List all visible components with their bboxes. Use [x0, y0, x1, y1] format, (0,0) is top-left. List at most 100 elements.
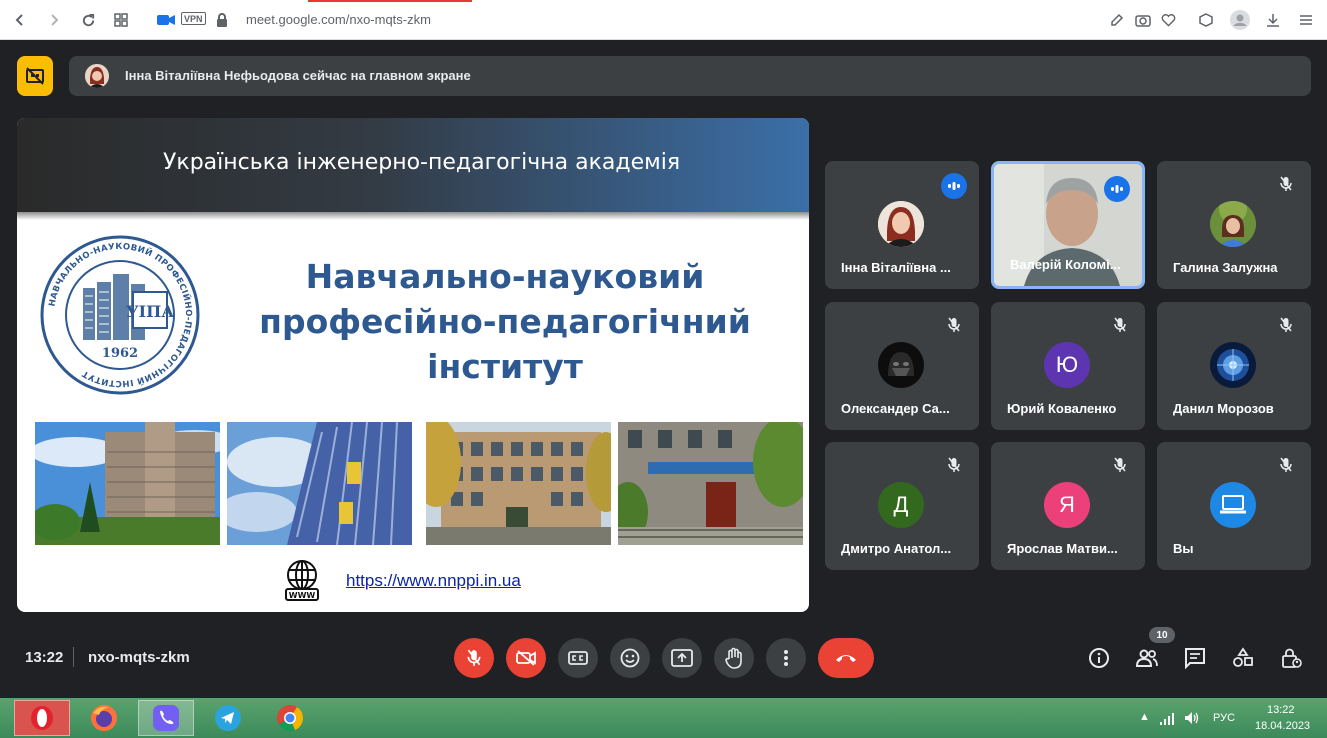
volume-icon[interactable] [1184, 711, 1200, 730]
vpn-badge[interactable]: VPN [181, 12, 206, 25]
participant-name: Юрий Коваленко [1007, 401, 1117, 416]
more-options-button[interactable] [766, 638, 806, 678]
back-arrow-icon [15, 14, 23, 26]
participant-tile[interactable]: Галина Залужна [1157, 161, 1311, 289]
firefox-taskbar-button[interactable] [76, 700, 132, 736]
logo-year: 1962 [102, 346, 138, 361]
avatar [878, 201, 924, 247]
camera-in-use-icon[interactable] [156, 10, 176, 30]
presenter-banner: Інна Віталіївна Нефьодова сейчас на глав… [69, 56, 1311, 96]
download-icon[interactable] [1263, 10, 1283, 30]
participant-name: Галина Залужна [1173, 260, 1278, 275]
speaking-indicator-icon [1104, 176, 1130, 202]
avatar [1210, 482, 1256, 528]
forward-arrow-icon [51, 14, 59, 26]
institute-website-link[interactable]: https://www.nnppi.in.ua [346, 571, 521, 591]
profile-icon[interactable] [1228, 10, 1252, 30]
participant-name: Ярослав Матви... [1007, 541, 1118, 556]
mic-off-icon [1275, 314, 1297, 336]
shared-screen[interactable]: Українська інженерно-педагогічна академі… [17, 118, 809, 612]
viber-taskbar-button[interactable] [138, 700, 194, 736]
activities-button[interactable] [1230, 645, 1256, 671]
network-icon[interactable] [1160, 712, 1176, 730]
closed-captions-icon [568, 651, 588, 665]
mic-off-icon [943, 454, 965, 476]
mic-off-icon [1109, 314, 1131, 336]
present-now-button[interactable] [662, 638, 702, 678]
participant-tile[interactable]: Д Дмитро Анатол... [825, 442, 979, 570]
shapes-icon [1233, 647, 1253, 667]
participant-tile[interactable]: Данил Морозов [1157, 302, 1311, 430]
slide-title-line3: інститут [427, 347, 583, 386]
slide-title-line2: професійно-педагогічний [259, 302, 751, 341]
people-icon [1135, 649, 1158, 667]
presenter-avatar [85, 64, 109, 88]
mic-off-icon [1275, 173, 1297, 195]
reload-icon [82, 13, 94, 26]
viber-icon [153, 705, 179, 731]
microphone-toggle-button[interactable] [454, 638, 494, 678]
divider [73, 647, 74, 667]
participant-tile-self[interactable]: Вы [1157, 442, 1311, 570]
opera-taskbar-button[interactable] [14, 700, 70, 736]
telegram-icon [215, 705, 241, 731]
reload-button[interactable] [78, 10, 98, 30]
language-indicator[interactable]: РУС [1213, 712, 1235, 724]
leave-call-button[interactable] [818, 638, 874, 678]
building-photo-1 [35, 422, 220, 545]
slide-header-title: Українська інженерно-педагогічна академі… [163, 150, 681, 175]
institute-logo: НАВЧАЛЬНО-НАУКОВИЙ ПРОФЕСІЙНО-ПЕДАГОГІЧН… [40, 235, 200, 395]
lock-icon[interactable] [212, 10, 232, 30]
host-controls-button[interactable] [1278, 645, 1304, 671]
slide-header: Українська інженерно-педагогічна академі… [17, 118, 809, 212]
participant-tile-active-speaker[interactable]: Валерій Коломі... [991, 161, 1145, 289]
mic-off-icon [943, 314, 965, 336]
avatar: Д [878, 482, 924, 528]
participant-tile[interactable]: Інна Віталіївна ... [825, 161, 979, 289]
edit-icon[interactable] [1107, 10, 1127, 30]
participant-tile[interactable]: Олександер Са... [825, 302, 979, 430]
raise-hand-button[interactable] [714, 638, 754, 678]
mic-off-icon [1109, 454, 1131, 476]
address-bar[interactable]: meet.google.com/nxo-mqts-zkm [246, 12, 431, 27]
menu-icon[interactable] [1296, 10, 1316, 30]
stop-presenting-icon [26, 67, 44, 85]
heart-icon[interactable] [1158, 10, 1178, 30]
meeting-details-button[interactable] [1086, 645, 1112, 671]
participant-name: Вы [1173, 541, 1194, 556]
presentation-pin-button[interactable] [17, 56, 53, 96]
mic-off-icon [1275, 454, 1297, 476]
participant-tile[interactable]: Ю Юрий Коваленко [991, 302, 1145, 430]
avatar [1210, 342, 1256, 388]
browser-toolbar: VPN meet.google.com/nxo-mqts-zkm [0, 0, 1327, 40]
meeting-code: nxo-mqts-zkm [88, 649, 190, 666]
chrome-taskbar-button[interactable] [262, 700, 318, 736]
logo-abbr: УІПА [126, 302, 175, 321]
avatar [1210, 201, 1256, 247]
camera-toggle-button[interactable] [506, 638, 546, 678]
chat-button[interactable] [1182, 645, 1208, 671]
taskbar-time[interactable]: 13:22 [1267, 704, 1295, 716]
telegram-taskbar-button[interactable] [200, 700, 256, 736]
participant-tile[interactable]: Я Ярослав Матви... [991, 442, 1145, 570]
participant-count-badge: 10 [1149, 627, 1175, 643]
tray-overflow-icon[interactable]: ▲ [1139, 711, 1150, 723]
box-icon[interactable] [1196, 10, 1216, 30]
reactions-button[interactable] [610, 638, 650, 678]
hand-icon [725, 647, 742, 669]
opera-icon [31, 706, 53, 730]
taskbar-date[interactable]: 18.04.2023 [1255, 720, 1310, 732]
people-button[interactable] [1134, 645, 1160, 671]
building-photo-4 [618, 422, 803, 545]
participant-name: Інна Віталіївна ... [841, 260, 951, 275]
back-button[interactable] [10, 10, 30, 30]
slide-title: Навчально-науковий професійно-педагогічн… [235, 254, 775, 389]
speed-dial-button[interactable] [111, 10, 131, 30]
building-photo-2 [227, 422, 412, 545]
www-label: WWW [289, 591, 316, 600]
forward-button[interactable] [44, 10, 64, 30]
windows-taskbar: ▲ РУС 13:22 18.04.2023 [0, 698, 1327, 738]
camera-off-icon [516, 650, 536, 666]
captions-button[interactable] [558, 638, 598, 678]
snapshot-icon[interactable] [1133, 10, 1153, 30]
